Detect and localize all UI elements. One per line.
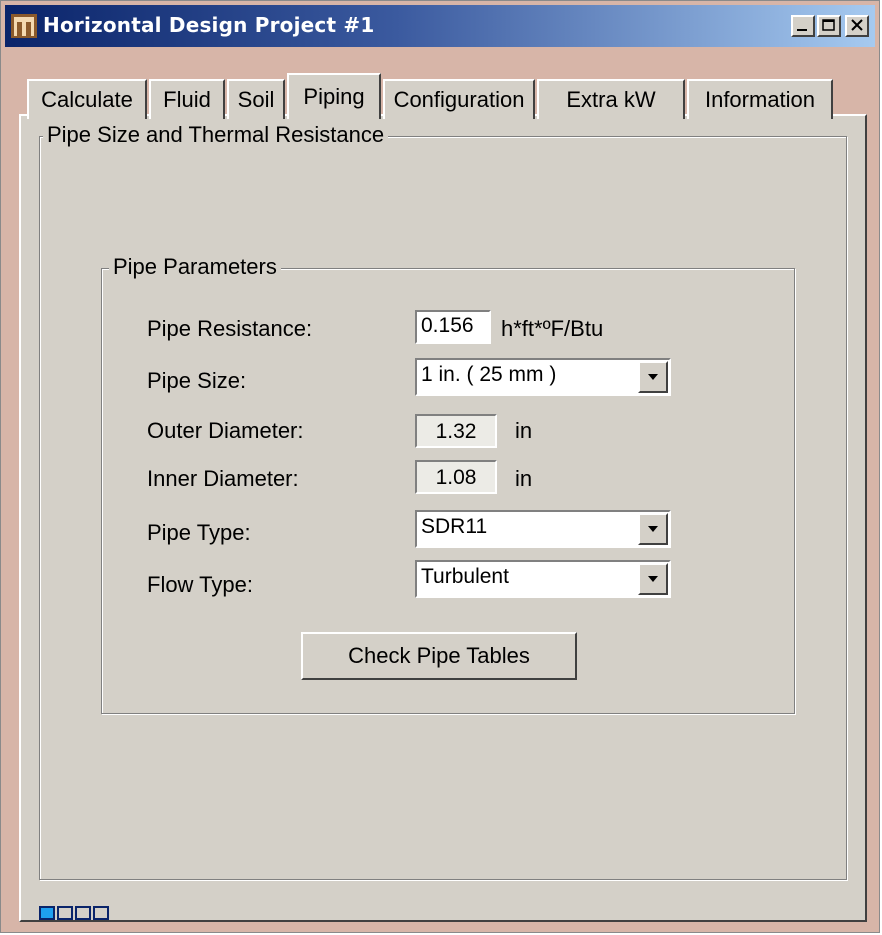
- progress-cell: [57, 906, 73, 920]
- pipe-resistance-input[interactable]: 0.156: [415, 310, 491, 344]
- chevron-down-icon: [648, 374, 658, 380]
- maximize-button[interactable]: [817, 15, 841, 37]
- progress-indicator: [39, 906, 109, 920]
- pipe-size-thermal-group-label: Pipe Size and Thermal Resistance: [43, 122, 389, 148]
- tab-calculate[interactable]: Calculate: [27, 79, 147, 119]
- flow-type-value: Turbulent: [421, 565, 509, 588]
- tab-piping[interactable]: Piping: [287, 73, 381, 119]
- pipe-size-label: Pipe Size:: [147, 368, 247, 393]
- flow-type-dropdown-button[interactable]: [638, 563, 668, 595]
- tab-soil[interactable]: Soil: [227, 79, 285, 119]
- close-icon: [851, 19, 863, 31]
- pipe-size-dropdown-button[interactable]: [638, 361, 668, 393]
- tab-extra-kw[interactable]: Extra kW: [537, 79, 685, 119]
- pipe-resistance-label: Pipe Resistance:: [147, 316, 313, 341]
- window-title: Horizontal Design Project #1: [43, 13, 375, 37]
- piping-tab-panel: Pipe Size and Thermal Resistance Pipe Pa…: [19, 114, 867, 922]
- inner-diameter-unit: in: [515, 466, 533, 491]
- progress-cell: [93, 906, 109, 920]
- flow-type-label: Flow Type:: [147, 572, 253, 597]
- inner-diameter-label: Inner Diameter:: [147, 466, 299, 491]
- pipe-type-label: Pipe Type:: [147, 520, 251, 545]
- title-bar[interactable]: Horizontal Design Project #1: [5, 5, 875, 47]
- outer-diameter-label: Outer Diameter:: [147, 418, 304, 443]
- inner-diameter-value: 1.08: [415, 460, 497, 494]
- maximize-icon: [822, 19, 835, 31]
- pipe-type-dropdown-button[interactable]: [638, 513, 668, 545]
- chevron-down-icon: [648, 526, 658, 532]
- tab-configuration[interactable]: Configuration: [383, 79, 535, 119]
- pipe-size-select[interactable]: 1 in. ( 25 mm ): [415, 358, 671, 396]
- tab-fluid[interactable]: Fluid: [149, 79, 225, 119]
- outer-diameter-unit: in: [515, 418, 533, 443]
- minimize-button[interactable]: [791, 15, 815, 37]
- pipe-resistance-unit: h*ft*ºF/Btu: [501, 316, 604, 341]
- close-button[interactable]: [845, 15, 869, 37]
- progress-cell: [75, 906, 91, 920]
- pipe-type-value: SDR11: [421, 515, 488, 538]
- pipe-parameters-group-label: Pipe Parameters: [109, 254, 281, 280]
- pipe-size-value: 1 in. ( 25 mm ): [421, 363, 557, 386]
- flow-type-select[interactable]: Turbulent: [415, 560, 671, 598]
- outer-diameter-value: 1.32: [415, 414, 497, 448]
- chevron-down-icon: [648, 576, 658, 582]
- pipe-type-select[interactable]: SDR11: [415, 510, 671, 548]
- app-icon: [11, 14, 37, 38]
- progress-cell: [39, 906, 55, 920]
- app-window: Horizontal Design Project #1 Pipe Size a…: [0, 0, 880, 933]
- check-pipe-tables-button[interactable]: Check Pipe Tables: [301, 632, 577, 680]
- minimize-icon: [797, 29, 807, 31]
- tab-information[interactable]: Information: [687, 79, 833, 119]
